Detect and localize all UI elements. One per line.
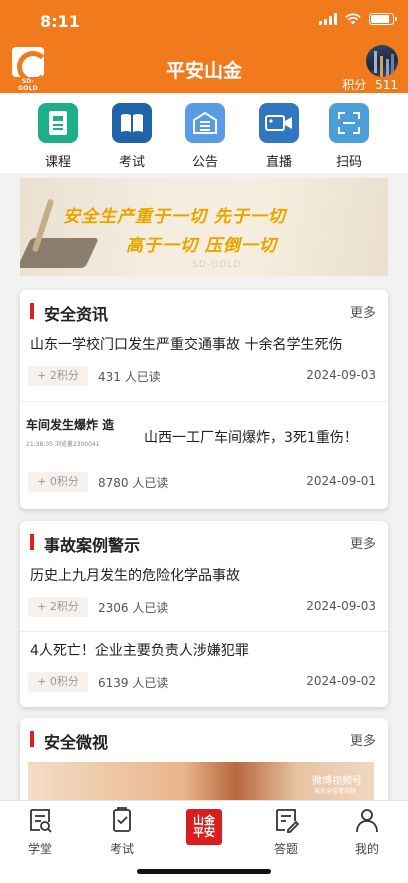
points-badge: + 0积分 bbox=[28, 472, 88, 492]
scan-icon bbox=[329, 103, 369, 143]
home-indicator bbox=[137, 869, 271, 874]
nav-course[interactable]: 课程 bbox=[28, 103, 88, 170]
item-meta: + 0积分 8780 人已读 2024-09-01 bbox=[28, 472, 376, 492]
banner-carousel[interactable]: 安全生产重于一切 先于一切 高于一切 压倒一切 SD-GOLD bbox=[20, 178, 388, 276]
more-link[interactable]: 更多 bbox=[350, 533, 376, 552]
wifi-icon bbox=[345, 13, 361, 25]
tab-exam-label: 考试 bbox=[109, 842, 134, 856]
item-date: 2024-09-03 bbox=[306, 599, 376, 613]
item-title: 山西一工厂车间爆炸，3死1重伤！ bbox=[144, 430, 358, 446]
banner-slogan-line2: 高于一切 压倒一切 bbox=[126, 236, 277, 256]
video-watermark: 微博视频号 bbox=[312, 776, 362, 787]
open-book-icon bbox=[112, 103, 152, 143]
more-link[interactable]: 更多 bbox=[350, 302, 376, 321]
item-date: 2024-09-03 bbox=[306, 368, 376, 382]
section-title: 事故案例警示 bbox=[44, 536, 141, 555]
section-marker bbox=[30, 303, 34, 319]
exam-icon bbox=[113, 807, 131, 832]
app-header: 8:11 SD-GOLD 平安山金 积分 511 bbox=[0, 0, 408, 93]
section-marker bbox=[30, 534, 34, 550]
section-title: 安全资讯 bbox=[44, 305, 109, 324]
nav-notice-label: 公告 bbox=[191, 155, 218, 170]
cellular-signal-icon bbox=[319, 13, 337, 25]
thumbnail-title: 车间发生爆炸 造 bbox=[26, 418, 115, 432]
read-count: 6139 人已读 bbox=[98, 676, 169, 690]
tab-quiz-label: 答题 bbox=[273, 842, 298, 856]
nav-scan[interactable]: 扫码 bbox=[319, 103, 379, 170]
item-meta: + 2积分 431 人已读 2024-09-03 bbox=[28, 366, 376, 386]
avatar[interactable] bbox=[366, 45, 398, 77]
list-item[interactable]: 4人死亡！企业主要负责人涉嫌犯罪 + 0积分 6139 人已读 2024-09-… bbox=[20, 632, 388, 707]
read-count: 431 人已读 bbox=[98, 370, 161, 384]
item-meta: + 0积分 6139 人已读 2024-09-02 bbox=[28, 672, 376, 692]
profile-icon bbox=[356, 809, 378, 833]
battery-icon bbox=[369, 13, 397, 25]
center-logo-icon: 山金平安 bbox=[193, 814, 215, 839]
tab-profile-label: 我的 bbox=[354, 842, 379, 856]
tab-study[interactable]: 学堂 bbox=[10, 807, 70, 857]
quick-nav: 课程 考试 公告 直播 扫码 bbox=[0, 93, 408, 173]
section-title: 安全微视 bbox=[44, 733, 109, 752]
points-display[interactable]: 积分 511 bbox=[342, 76, 398, 93]
item-title: 4人死亡！企业主要负责人涉嫌犯罪 bbox=[30, 643, 249, 659]
item-date: 2024-09-01 bbox=[306, 474, 376, 488]
section-header: 事故案例警示 更多 bbox=[20, 521, 388, 565]
notice-icon bbox=[185, 103, 225, 143]
section-accident-cases: 事故案例警示 更多 历史上九月发生的危险化学品事故 + 2积分 2306 人已读… bbox=[20, 521, 388, 707]
banner-watermark: SD-GOLD bbox=[192, 260, 242, 270]
nav-notice[interactable]: 公告 bbox=[175, 103, 235, 170]
banner-slogan-line1: 安全生产重于一切 先于一切 bbox=[63, 207, 286, 227]
points-badge: + 2积分 bbox=[28, 597, 88, 617]
nav-course-label: 课程 bbox=[44, 155, 71, 170]
status-icons bbox=[319, 13, 397, 25]
video-watermark-sub: 某安全监管视频 bbox=[313, 788, 356, 795]
read-count: 2306 人已读 bbox=[98, 601, 169, 615]
status-time: 8:11 bbox=[40, 12, 80, 31]
tab-center-logo[interactable]: 山金平安 bbox=[186, 809, 222, 845]
points-badge: + 2积分 bbox=[28, 366, 88, 386]
points-label: 积分 bbox=[342, 78, 367, 92]
points-badge: + 0积分 bbox=[28, 672, 88, 692]
section-marker bbox=[30, 731, 34, 747]
quiz-icon bbox=[276, 809, 300, 833]
tab-profile[interactable]: 我的 bbox=[337, 807, 397, 857]
banner-decoration bbox=[20, 238, 99, 268]
nav-live[interactable]: 直播 bbox=[249, 103, 309, 170]
item-date: 2024-09-02 bbox=[306, 674, 376, 688]
more-link[interactable]: 更多 bbox=[350, 730, 376, 749]
tab-study-label: 学堂 bbox=[27, 842, 52, 856]
nav-exam[interactable]: 考试 bbox=[102, 103, 162, 170]
study-icon bbox=[30, 809, 52, 833]
item-title: 历史上九月发生的危险化学品事故 bbox=[30, 568, 240, 584]
video-camera-icon bbox=[259, 103, 299, 143]
list-item[interactable]: 车间发生爆炸 造 21:38:35 浏览量2300041 山西一工厂车间爆炸，3… bbox=[20, 402, 388, 509]
thumbnail-subtitle: 21:38:35 浏览量2300041 bbox=[26, 441, 100, 448]
item-title: 山东一学校门口发生严重交通事故 十余名学生死伤 bbox=[30, 337, 343, 353]
tab-exam[interactable]: 考试 bbox=[92, 807, 152, 857]
points-value: 511 bbox=[375, 78, 398, 92]
nav-scan-label: 扫码 bbox=[335, 155, 362, 170]
read-count: 8780 人已读 bbox=[98, 476, 169, 490]
section-safety-news: 安全资讯 更多 山东一学校门口发生严重交通事故 十余名学生死伤 + 2积分 43… bbox=[20, 290, 388, 509]
course-book-icon bbox=[38, 103, 78, 143]
item-thumbnail: 车间发生爆炸 造 21:38:35 浏览量2300041 bbox=[26, 410, 128, 458]
section-header: 安全资讯 更多 bbox=[20, 290, 388, 334]
nav-exam-label: 考试 bbox=[118, 155, 145, 170]
nav-live-label: 直播 bbox=[265, 155, 292, 170]
list-item[interactable]: 山东一学校门口发生严重交通事故 十余名学生死伤 + 2积分 431 人已读 20… bbox=[20, 334, 388, 402]
section-header: 安全微视 更多 bbox=[20, 718, 388, 762]
list-item[interactable]: 历史上九月发生的危险化学品事故 + 2积分 2306 人已读 2024-09-0… bbox=[20, 565, 388, 632]
tab-quiz[interactable]: 答题 bbox=[256, 807, 316, 857]
item-meta: + 2积分 2306 人已读 2024-09-03 bbox=[28, 597, 376, 617]
